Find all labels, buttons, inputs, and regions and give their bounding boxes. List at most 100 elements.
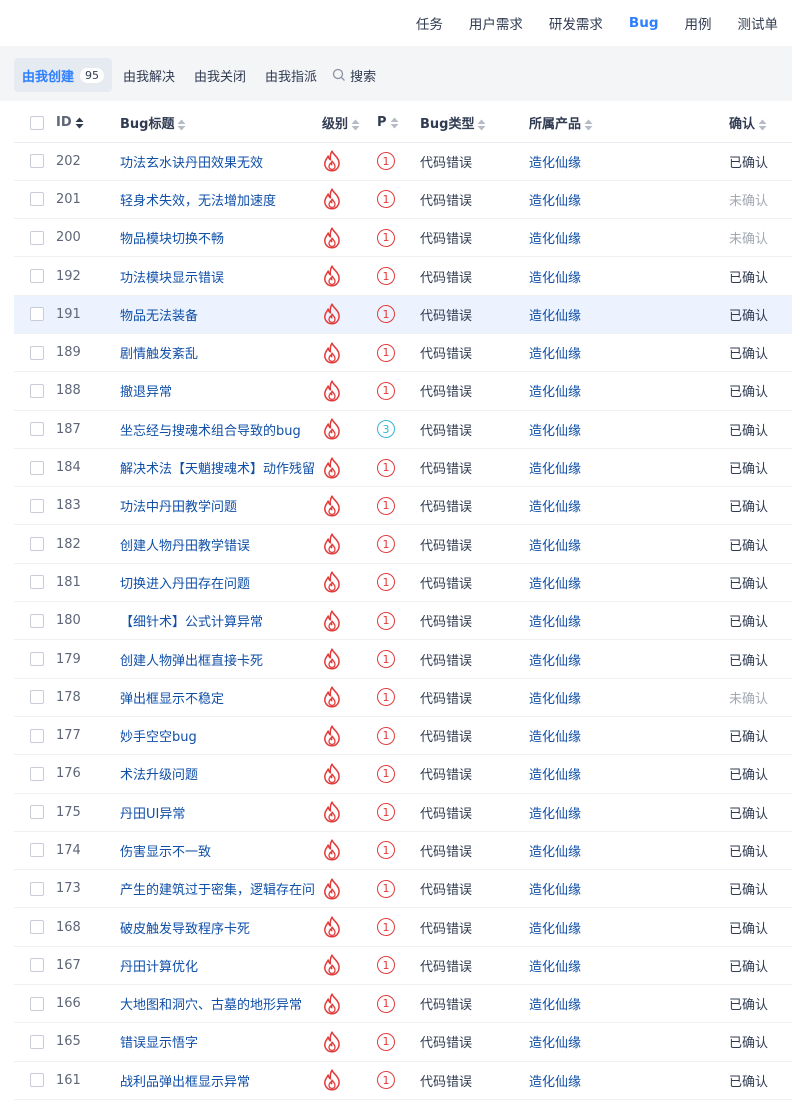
search-button[interactable]: 搜索 (332, 66, 376, 85)
product-link[interactable]: 造化仙缘 (529, 539, 581, 554)
bug-title-link[interactable]: 弹出框显示不稳定 (120, 688, 314, 707)
bug-title-link[interactable]: 功法玄水诀丹田效果无效 (120, 152, 314, 171)
bug-title-link[interactable]: 丹田计算优化 (120, 956, 314, 975)
table-row[interactable]: 180 【细针术】公式计算异常 1 代码错误 造化仙缘 已确认 (14, 601, 792, 641)
table-row[interactable]: 202 功法玄水诀丹田效果无效 1 代码错误 造化仙缘 已确认 (14, 142, 792, 181)
product-link[interactable]: 造化仙缘 (529, 232, 581, 247)
bug-title-link[interactable]: 术法升级问题 (120, 764, 314, 783)
nav-tab-user-story[interactable]: 用户需求 (469, 13, 523, 33)
bug-title-link[interactable]: 轻身术失效，无法增加速度 (120, 190, 314, 209)
product-link[interactable]: 造化仙缘 (529, 768, 581, 783)
row-checkbox[interactable] (30, 652, 44, 666)
product-link[interactable]: 造化仙缘 (529, 998, 581, 1013)
table-row[interactable]: 176 术法升级问题 1 代码错误 造化仙缘 已确认 (14, 754, 792, 794)
bug-title-link[interactable]: 大地图和洞穴、古墓的地形异常 (120, 994, 314, 1013)
nav-tab-testtask[interactable]: 测试单 (738, 13, 779, 33)
filter-assigned-by-me[interactable]: 由我指派 (257, 58, 325, 92)
row-checkbox[interactable] (30, 422, 44, 437)
row-checkbox[interactable] (30, 996, 44, 1011)
row-checkbox[interactable] (30, 805, 44, 820)
row-checkbox[interactable] (30, 537, 44, 552)
product-link[interactable]: 造化仙缘 (529, 845, 581, 860)
bug-title-link[interactable]: 创建人物丹田教学错误 (120, 535, 314, 554)
table-row[interactable]: 165 错误显示悟字 1 代码错误 造化仙缘 已确认 (14, 1022, 792, 1062)
table-row[interactable]: 179 创建人物弹出框直接卡死 1 代码错误 造化仙缘 已确认 (14, 639, 792, 679)
row-checkbox[interactable] (30, 920, 44, 935)
product-link[interactable]: 造化仙缘 (529, 692, 581, 707)
row-checkbox[interactable] (30, 230, 44, 245)
table-row[interactable]: 182 创建人物丹田教学错误 1 代码错误 造化仙缘 已确认 (14, 524, 792, 564)
product-link[interactable]: 造化仙缘 (529, 960, 581, 975)
filter-resolved-by-me[interactable]: 由我解决 (115, 58, 183, 92)
row-checkbox[interactable] (30, 881, 44, 896)
select-all-checkbox[interactable] (30, 115, 44, 130)
table-row[interactable]: 189 剧情触发紊乱 1 代码错误 造化仙缘 已确认 (14, 333, 792, 373)
bug-title-link[interactable]: 破皮触发导致程序卡死 (120, 918, 314, 937)
nav-tab-task[interactable]: 任务 (416, 13, 443, 33)
row-checkbox[interactable] (30, 345, 44, 360)
nav-tab-testcase[interactable]: 用例 (685, 13, 712, 33)
row-checkbox[interactable] (30, 728, 44, 743)
header-priority[interactable]: P (377, 104, 420, 143)
bug-title-link[interactable]: 切换进入丹田存在问题 (120, 573, 314, 592)
table-row[interactable]: 184 解决术法【天魈搜魂术】动作残留 1 代码错误 造化仙缘 已确认 (14, 448, 792, 488)
product-link[interactable]: 造化仙缘 (529, 1036, 581, 1051)
table-row[interactable]: 183 功法中丹田教学问题 1 代码错误 造化仙缘 已确认 (14, 486, 792, 526)
bug-title-link[interactable]: 物品无法装备 (120, 305, 314, 324)
table-row[interactable]: 187 坐忘经与搜魂术组合导致的bug 3 代码错误 造化仙缘 已确认 (14, 410, 792, 449)
table-row[interactable]: 191 物品无法装备 1 代码错误 造化仙缘 已确认 (14, 295, 792, 334)
product-link[interactable]: 造化仙缘 (529, 309, 581, 324)
product-link[interactable]: 造化仙缘 (529, 500, 581, 515)
product-link[interactable]: 造化仙缘 (529, 654, 581, 669)
header-type[interactable]: Bug类型 (420, 104, 529, 143)
row-checkbox[interactable] (30, 1073, 44, 1088)
table-row[interactable]: 167 丹田计算优化 1 代码错误 造化仙缘 已确认 (14, 946, 792, 986)
table-row[interactable]: 178 弹出框显示不稳定 1 代码错误 造化仙缘 未确认 (14, 678, 792, 717)
product-link[interactable]: 造化仙缘 (529, 922, 581, 937)
header-severity[interactable]: 级别 (322, 104, 377, 143)
product-link[interactable]: 造化仙缘 (529, 271, 581, 286)
table-row[interactable]: 161 战利品弹出框显示异常 1 代码错误 造化仙缘 已确认 (14, 1061, 792, 1100)
product-link[interactable]: 造化仙缘 (529, 807, 581, 822)
table-row[interactable]: 200 物品模块切换不畅 1 代码错误 造化仙缘 未确认 (14, 218, 792, 258)
bug-title-link[interactable]: 功法中丹田教学问题 (120, 496, 314, 515)
row-checkbox[interactable] (30, 307, 44, 322)
table-row[interactable]: 166 大地图和洞穴、古墓的地形异常 1 代码错误 造化仙缘 已确认 (14, 984, 792, 1024)
bug-title-link[interactable]: 撤退异常 (120, 381, 314, 400)
row-checkbox[interactable] (30, 575, 44, 590)
product-link[interactable]: 造化仙缘 (529, 385, 581, 400)
row-checkbox[interactable] (30, 1034, 44, 1049)
product-link[interactable]: 造化仙缘 (529, 194, 581, 209)
row-checkbox[interactable] (30, 498, 44, 513)
header-id[interactable]: ID (56, 104, 120, 143)
table-row[interactable]: 175 丹田UI异常 1 代码错误 造化仙缘 已确认 (14, 793, 792, 832)
table-row[interactable]: 181 切换进入丹田存在问题 1 代码错误 造化仙缘 已确认 (14, 563, 792, 603)
bug-title-link[interactable]: 坐忘经与搜魂术组合导致的bug (120, 420, 314, 439)
table-row[interactable]: 192 功法模块显示错误 1 代码错误 造化仙缘 已确认 (14, 256, 792, 296)
bug-title-link[interactable]: 伤害显示不一致 (120, 841, 314, 860)
bug-title-link[interactable]: 错误显示悟字 (120, 1032, 314, 1051)
product-link[interactable]: 造化仙缘 (529, 577, 581, 592)
bug-title-link[interactable]: 剧情触发紊乱 (120, 343, 314, 362)
nav-tab-bug[interactable]: Bug (629, 15, 659, 31)
table-row[interactable]: 174 伤害显示不一致 1 代码错误 造化仙缘 已确认 (14, 831, 792, 871)
table-row[interactable]: 201 轻身术失效，无法增加速度 1 代码错误 造化仙缘 未确认 (14, 180, 792, 220)
filter-created-by-me[interactable]: 由我创建 95 (14, 58, 113, 92)
filter-closed-by-me[interactable]: 由我关闭 (186, 58, 254, 92)
nav-tab-dev-story[interactable]: 研发需求 (549, 13, 603, 33)
product-link[interactable]: 造化仙缘 (529, 424, 581, 439)
row-checkbox[interactable] (30, 766, 44, 781)
row-checkbox[interactable] (30, 269, 44, 284)
bug-title-link[interactable]: 产生的建筑过于密集，逻辑存在问题 (120, 879, 314, 898)
row-checkbox[interactable] (30, 958, 44, 973)
bug-title-link[interactable]: 【细针术】公式计算异常 (120, 611, 314, 630)
product-link[interactable]: 造化仙缘 (529, 156, 581, 171)
header-confirmed[interactable]: 确认 (729, 104, 792, 143)
row-checkbox[interactable] (30, 843, 44, 858)
table-row[interactable]: 177 妙手空空bug 1 代码错误 造化仙缘 已确认 (14, 716, 792, 756)
bug-title-link[interactable]: 创建人物弹出框直接卡死 (120, 650, 314, 669)
header-title[interactable]: Bug标题 (120, 104, 322, 143)
row-checkbox[interactable] (30, 192, 44, 207)
row-checkbox[interactable] (30, 460, 44, 475)
row-checkbox[interactable] (30, 383, 44, 398)
